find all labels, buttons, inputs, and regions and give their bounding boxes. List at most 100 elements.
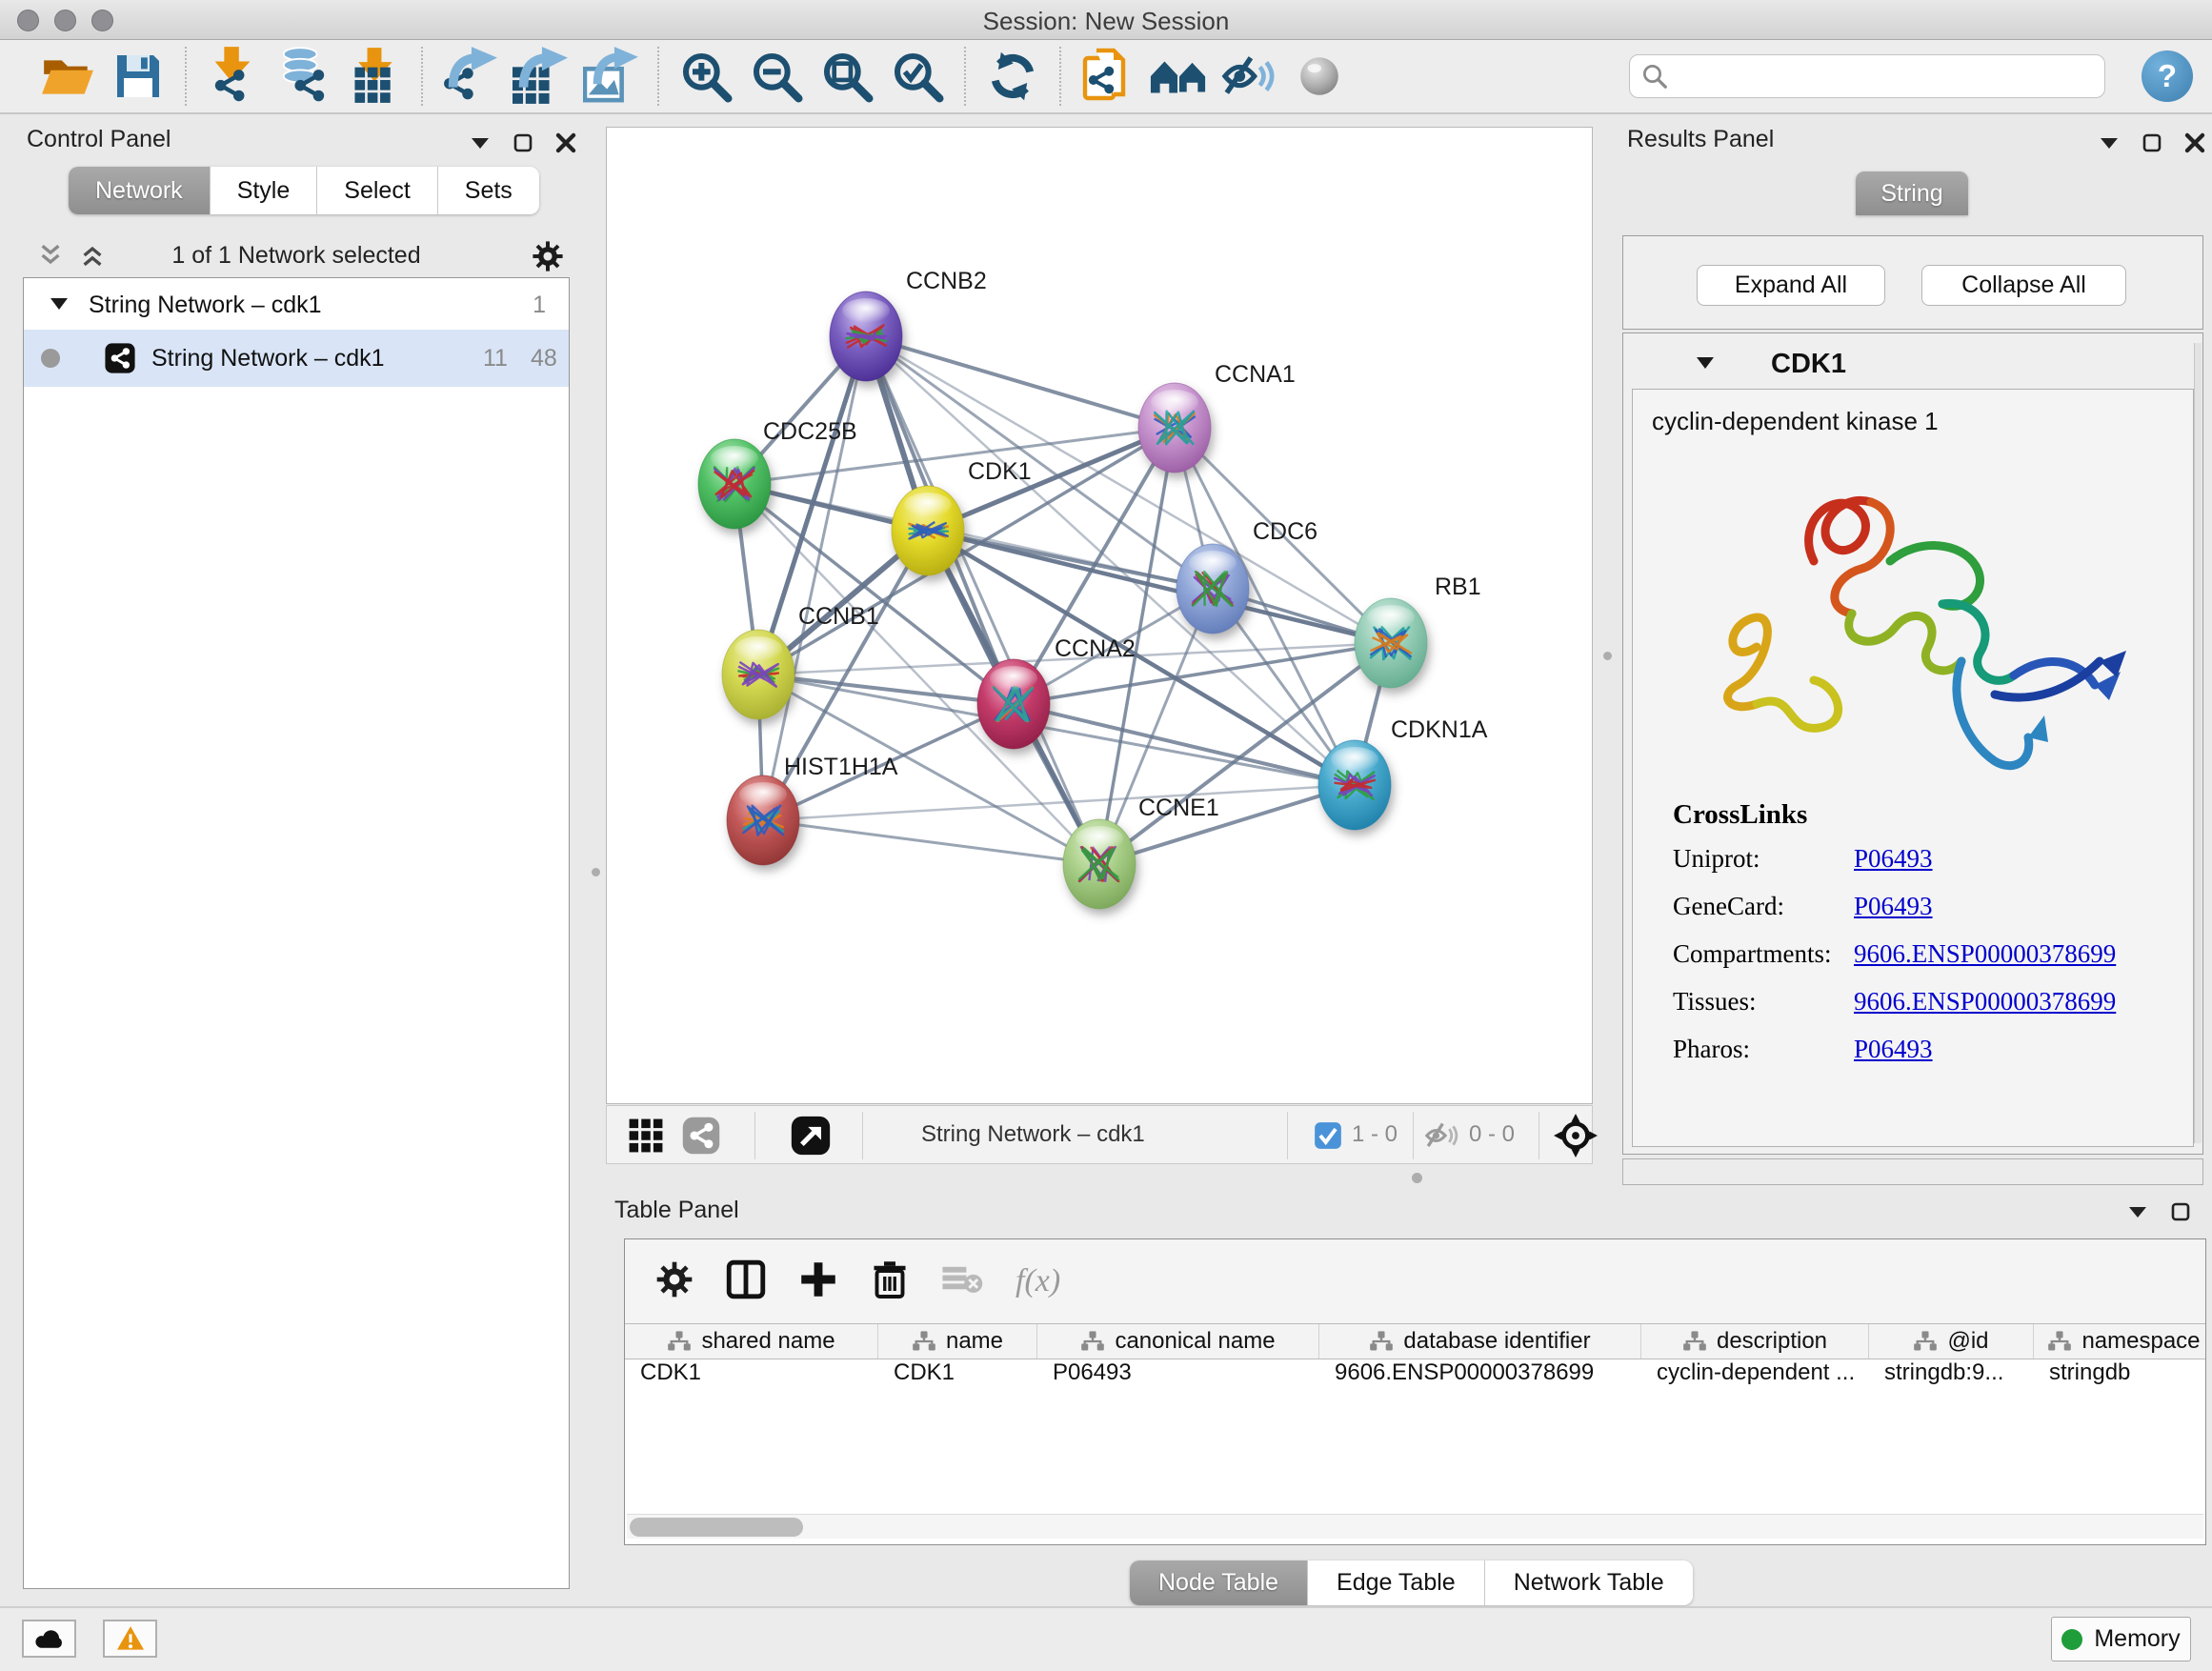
- graph-node-CDKN1A: CDKN1A: [1318, 716, 1488, 830]
- memory-button[interactable]: Memory: [2051, 1617, 2191, 1661]
- render-sphere-icon[interactable]: [1284, 44, 1355, 109]
- zoom-fit-icon[interactable]: [812, 44, 882, 109]
- export-network-icon[interactable]: [434, 44, 505, 109]
- table-cell[interactable]: stringdb: [2034, 1359, 2212, 1392]
- open-session-icon[interactable]: [32, 44, 103, 109]
- network-canvas[interactable]: CCNB2CCNA1CDC25BCDK1CDC6RB1CCNB1CCNA2CDK…: [606, 127, 1593, 1104]
- column-header-name[interactable]: name: [878, 1324, 1037, 1359]
- import-table-icon[interactable]: [339, 44, 410, 109]
- selected-checkbox-icon[interactable]: [1314, 1121, 1342, 1155]
- table-cell[interactable]: CDK1: [878, 1359, 1037, 1392]
- tab-select[interactable]: Select: [317, 167, 437, 214]
- tab-string[interactable]: String: [1856, 171, 1968, 215]
- zoom-in-icon[interactable]: [671, 44, 741, 109]
- import-network-icon[interactable]: [198, 44, 269, 109]
- network-graph[interactable]: CCNB2CCNA1CDC25BCDK1CDC6RB1CCNB1CCNA2CDK…: [607, 128, 1592, 1103]
- vertical-splitter-handle[interactable]: [1603, 652, 1612, 660]
- results-panel-scrollbar[interactable]: [2194, 343, 2202, 1143]
- float-panel-icon[interactable]: [2142, 132, 2162, 153]
- tab-network-table[interactable]: Network Table: [1485, 1560, 1693, 1605]
- export-image-icon[interactable]: [575, 44, 646, 109]
- scrollbar-thumb[interactable]: [630, 1518, 803, 1537]
- cloud-icon: [33, 1626, 66, 1651]
- close-panel-icon[interactable]: [2183, 131, 2206, 154]
- tab-edge-table[interactable]: Edge Table: [1308, 1560, 1485, 1605]
- crosslink-value-link[interactable]: P06493: [1854, 1035, 1933, 1064]
- collapse-panel-icon[interactable]: [2098, 133, 2121, 152]
- current-network-name: String Network – cdk1: [921, 1121, 1145, 1148]
- column-header-shared-name[interactable]: shared name: [625, 1324, 878, 1359]
- network-type-icon: [104, 342, 136, 374]
- collapse-panel-icon[interactable]: [2126, 1202, 2149, 1221]
- horizontal-splitter-handle[interactable]: [1412, 1173, 1422, 1183]
- crosslinks-block: CrossLinks Uniprot:P06493GeneCard:P06493…: [1673, 799, 2116, 1082]
- warning-button[interactable]: [103, 1620, 157, 1658]
- help-button[interactable]: ?: [2142, 50, 2193, 102]
- tab-sets[interactable]: Sets: [438, 167, 539, 214]
- column-header-namespace[interactable]: namespace: [2034, 1324, 2212, 1359]
- crosslink-value-link[interactable]: P06493: [1854, 844, 1933, 874]
- gear-icon[interactable]: [655, 1260, 694, 1303]
- table-hscrollbar[interactable]: [627, 1514, 2203, 1539]
- network-from-file-icon[interactable]: [1073, 44, 1143, 109]
- collapse-panel-icon[interactable]: [469, 133, 492, 152]
- columns-icon[interactable]: [726, 1259, 766, 1304]
- network-view-toolbar: String Network – cdk1 1 - 0 0 - 0: [606, 1105, 1593, 1164]
- memory-status-icon: [2061, 1629, 2082, 1650]
- zoom-out-icon[interactable]: [741, 44, 812, 109]
- float-panel-icon[interactable]: [2170, 1201, 2191, 1222]
- svg-text:CCNA1: CCNA1: [1215, 361, 1296, 388]
- close-panel-icon[interactable]: [554, 131, 577, 154]
- zoom-selected-icon[interactable]: [882, 44, 953, 109]
- crosshair-icon[interactable]: [1554, 1114, 1598, 1162]
- gear-icon[interactable]: [532, 240, 564, 277]
- table-cell[interactable]: stringdb:9...: [1869, 1359, 2034, 1392]
- tab-node-table[interactable]: Node Table: [1130, 1560, 1308, 1605]
- vertical-splitter-handle[interactable]: [592, 868, 600, 876]
- hide-display-icon[interactable]: [1214, 44, 1284, 109]
- home-icon[interactable]: [1143, 44, 1214, 109]
- table-cell[interactable]: cyclin-dependent ...: [1641, 1359, 1869, 1392]
- add-icon[interactable]: [798, 1259, 838, 1304]
- export-table-icon[interactable]: [505, 44, 575, 109]
- network-collection-row[interactable]: String Network – cdk1 1: [24, 278, 569, 330]
- column-header-canonical-name[interactable]: canonical name: [1037, 1324, 1319, 1359]
- cloud-button[interactable]: [22, 1620, 76, 1658]
- window-title: Session: New Session: [0, 7, 2212, 36]
- save-session-icon[interactable]: [103, 44, 173, 109]
- grid-view-icon[interactable]: [628, 1117, 664, 1158]
- tab-network[interactable]: Network: [69, 167, 211, 214]
- table-panel-window-icons: [2126, 1200, 2212, 1223]
- network-row-label: String Network – cdk1: [151, 345, 385, 372]
- tree-expand-icon[interactable]: [49, 295, 70, 312]
- divider: [862, 1112, 863, 1159]
- results-panel-scroll-strip[interactable]: [1622, 1158, 2203, 1185]
- delete-icon[interactable]: [871, 1259, 909, 1304]
- table-row[interactable]: CDK1CDK1P064939606.ENSP00000378699cyclin…: [625, 1359, 2205, 1392]
- table-cell[interactable]: 9606.ENSP00000378699: [1319, 1359, 1641, 1392]
- protein-name: CDK1: [1771, 349, 1846, 380]
- column-header-description[interactable]: description: [1641, 1324, 1869, 1359]
- import-network-database-icon[interactable]: [269, 44, 339, 109]
- crosslink-value-link[interactable]: 9606.ENSP00000378699: [1854, 939, 2116, 969]
- share-view-icon[interactable]: [681, 1116, 721, 1160]
- expand-all-button[interactable]: Expand All: [1697, 265, 1885, 306]
- crosslink-value-link[interactable]: 9606.ENSP00000378699: [1854, 987, 2116, 1017]
- tab-style[interactable]: Style: [211, 167, 318, 214]
- search-input[interactable]: [1629, 54, 2105, 98]
- table-cell[interactable]: P06493: [1037, 1359, 1319, 1392]
- section-collapse-icon[interactable]: [1695, 354, 1716, 372]
- column-header-database-identifier[interactable]: database identifier: [1319, 1324, 1641, 1359]
- protein-details: cyclin-dependent kinase 1 CrossLinks Uni…: [1632, 389, 2194, 1147]
- refresh-icon[interactable]: [977, 44, 1048, 109]
- float-panel-icon[interactable]: [513, 132, 533, 153]
- selected-count: 1 - 0: [1352, 1121, 1398, 1148]
- crosslink-value-link[interactable]: P06493: [1854, 892, 1933, 921]
- collapse-all-button[interactable]: Collapse All: [1921, 265, 2126, 306]
- svg-text:CDC25B: CDC25B: [763, 418, 857, 445]
- birdseye-icon[interactable]: [790, 1115, 832, 1161]
- column-header--id[interactable]: @id: [1869, 1324, 2034, 1359]
- table-cell[interactable]: CDK1: [625, 1359, 878, 1392]
- hidden-eye-icon[interactable]: [1424, 1119, 1458, 1157]
- network-row-selected[interactable]: String Network – cdk1 11 48: [24, 330, 569, 387]
